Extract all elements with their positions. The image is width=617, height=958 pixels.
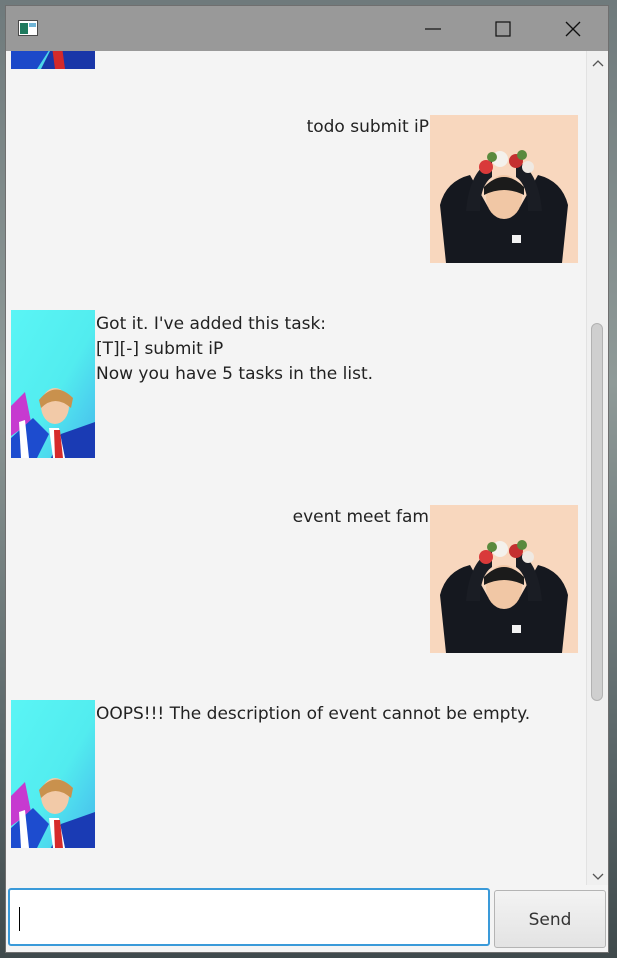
bot-avatar [11, 310, 95, 458]
user-avatar [430, 115, 578, 263]
bot-avatar [11, 700, 95, 848]
app-icon [18, 20, 38, 36]
app-window: todo submit iP Got it. I've added this t… [6, 6, 608, 952]
text-caret [19, 907, 20, 931]
vertical-scrollbar[interactable] [586, 51, 608, 885]
maximize-icon [495, 21, 511, 37]
dialog-scroll-pane[interactable]: todo submit iP Got it. I've added this t… [6, 51, 586, 885]
close-button[interactable] [538, 6, 608, 51]
scrollbar-thumb[interactable] [591, 323, 603, 701]
scroll-up-arrow-icon[interactable] [592, 59, 604, 67]
user-input-field[interactable] [8, 888, 490, 946]
bot-message-text: Got it. I've added this task: [T][-] sub… [96, 314, 374, 384]
maximize-button[interactable] [468, 6, 538, 51]
bot-avatar [11, 51, 95, 69]
user-message-text: todo submit iP [306, 117, 429, 137]
user-avatar [430, 505, 578, 653]
minimize-button[interactable] [398, 6, 468, 51]
scroll-down-arrow-icon[interactable] [592, 873, 604, 881]
bot-message-text: OOPS!!! The description of event cannot … [96, 704, 531, 724]
close-icon [565, 21, 581, 37]
user-message-text: event meet fam [292, 507, 429, 527]
send-button[interactable]: Send [494, 890, 606, 948]
minimize-icon [425, 28, 441, 30]
title-bar[interactable] [6, 6, 608, 51]
